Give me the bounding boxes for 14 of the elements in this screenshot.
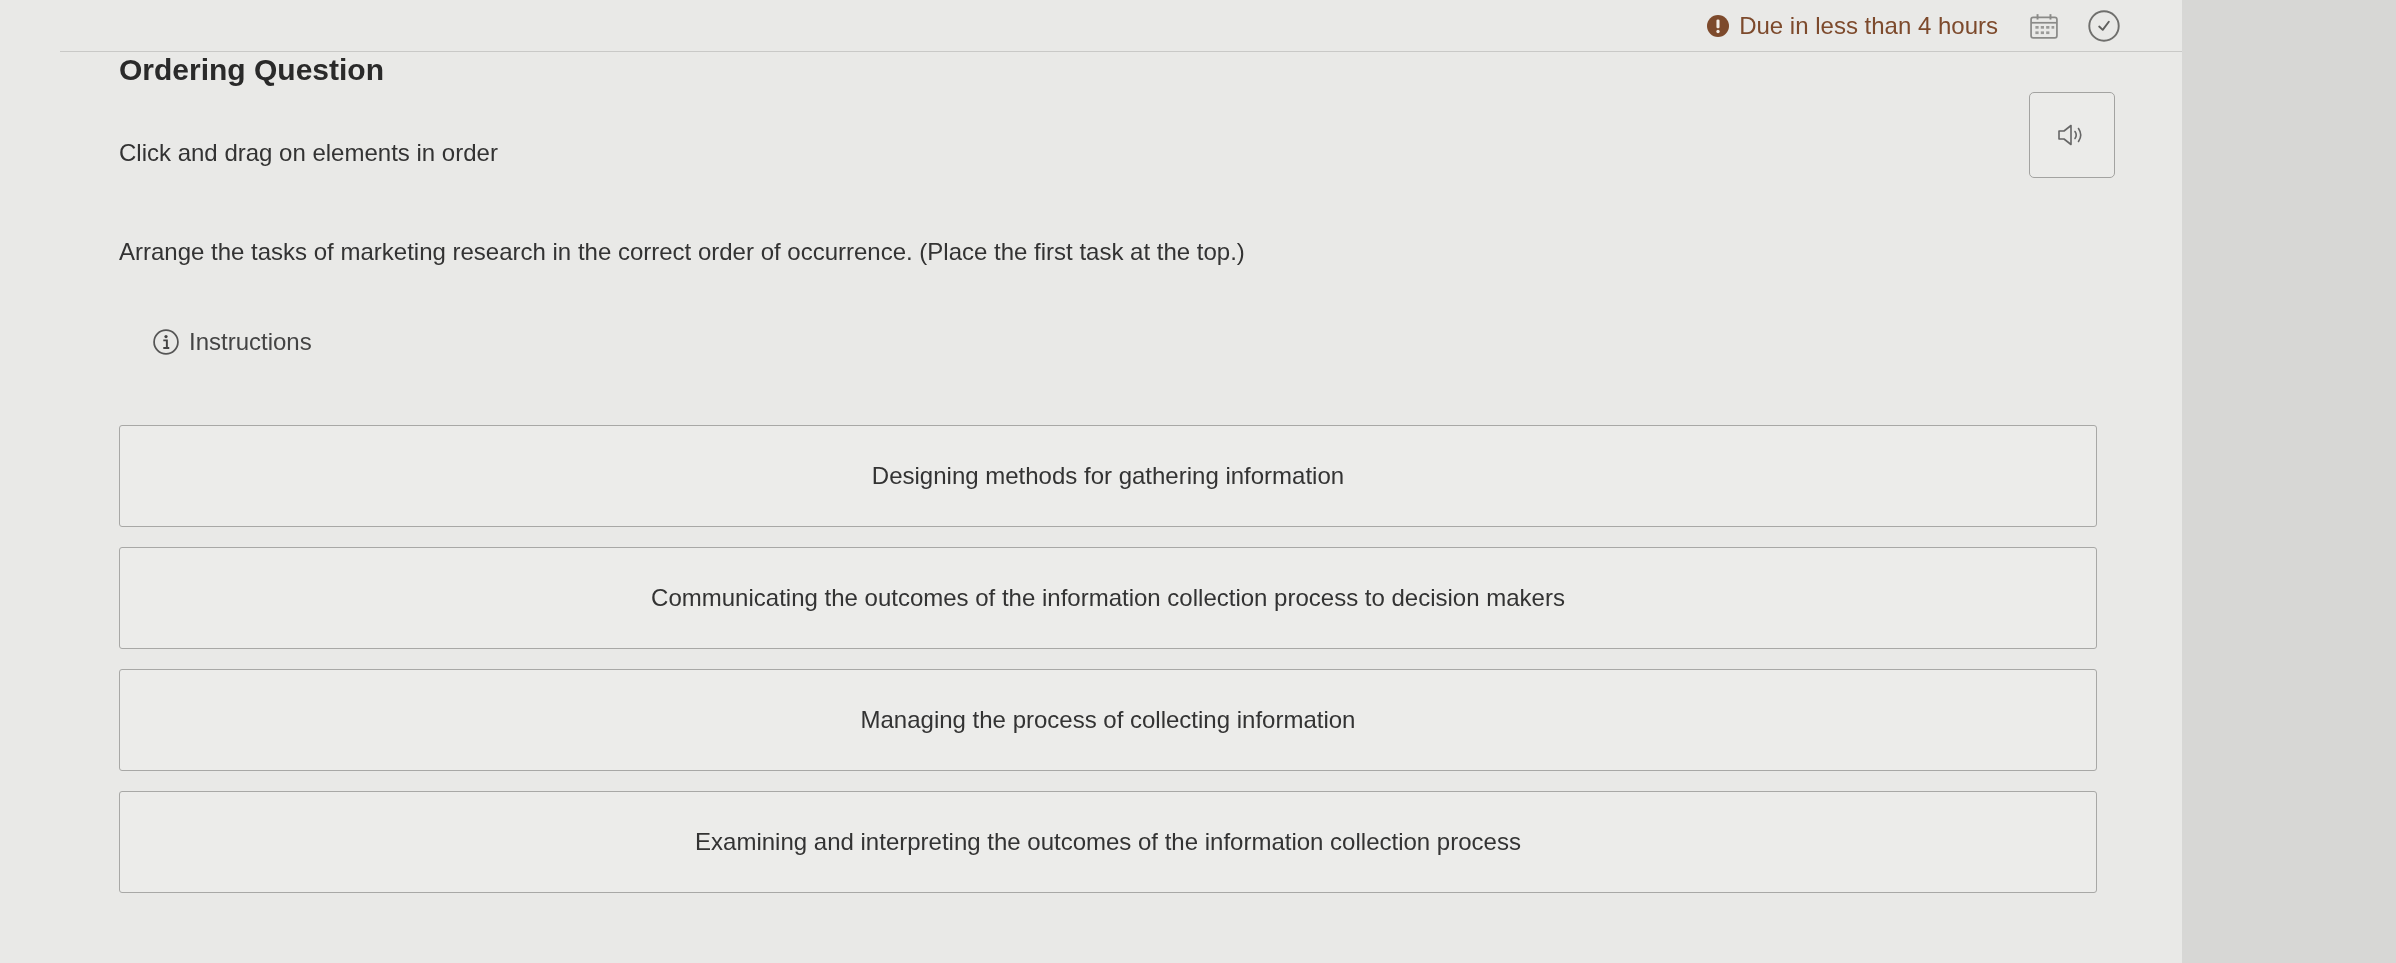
question-title: Ordering Question (119, 52, 385, 88)
instructions-button[interactable]: Instructions (153, 325, 312, 359)
draggable-item[interactable]: Examining and interpreting the outcomes of the information collection process (119, 791, 2097, 893)
calendar-icon (2030, 12, 2058, 39)
due-notice: Due in less than 4 hours (1739, 11, 1998, 40)
exclamation-icon (1707, 14, 1730, 37)
prompt-text: Click and drag on elements in order (119, 138, 498, 168)
info-icon (153, 329, 179, 355)
draggable-item[interactable]: Managing the process of collecting information (119, 669, 2097, 771)
audio-button[interactable] (2029, 92, 2115, 178)
check-circle-icon (2088, 9, 2120, 42)
draggable-item[interactable]: Designing methods for gathering information (119, 425, 2097, 527)
question-text: Arrange the tasks of marketing research in the correct order of occurrence. (Place the first task at the top.) (119, 237, 1245, 267)
draggable-item[interactable]: Communicating the outcomes of the information collection process to decision makers (119, 547, 2097, 649)
